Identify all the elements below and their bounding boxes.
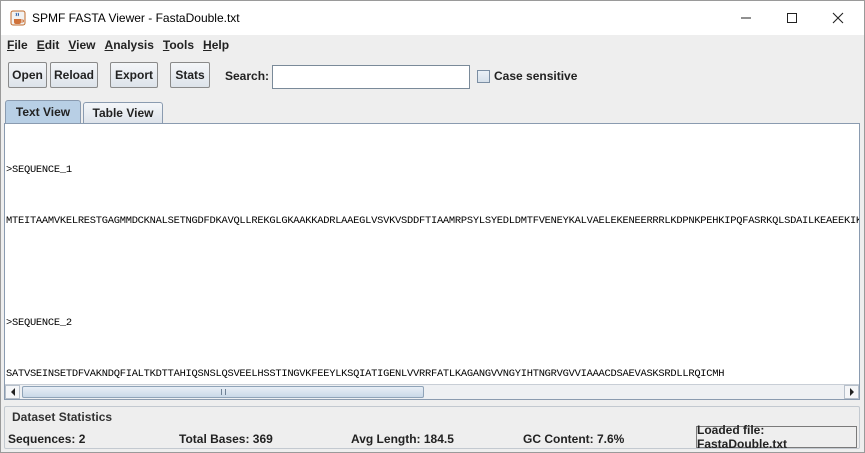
sequence-header: >SEQUENCE_2 — [6, 317, 72, 329]
grip-icon — [221, 389, 226, 395]
menu-analysis-label: nalysis — [113, 38, 154, 52]
loaded-file-label: Loaded file: FastaDouble.txt — [696, 423, 857, 451]
stat-avg-length: Avg Length: 184.5 — [351, 432, 454, 446]
text-view-panel[interactable]: >SEQUENCE_1 MTEITAAMVKELRESTGAGMMDCKNALS… — [4, 123, 860, 400]
reload-button[interactable]: Reload — [50, 62, 98, 88]
toolbar: Open Reload Export Stats Search: Case se… — [1, 58, 864, 95]
stat-gc-content: GC Content: 7.6% — [523, 432, 625, 446]
menu-view[interactable]: View — [64, 35, 99, 56]
minimize-icon — [740, 12, 752, 24]
menu-edit[interactable]: Edit — [33, 35, 64, 56]
scroll-left-button[interactable] — [5, 385, 20, 399]
menu-tools-label: ools — [169, 38, 195, 52]
menu-bar: File Edit View Analysis Tools Help — [1, 35, 864, 56]
menu-analysis[interactable]: Analysis — [101, 35, 158, 56]
menu-view-mnemonic: V — [68, 38, 77, 52]
dataset-statistics-panel: Dataset Statistics Sequences: 2 Total Ba… — [4, 406, 860, 451]
view-tabs: Text View Table View — [1, 99, 864, 123]
stat-sequences: Sequences: 2 — [8, 432, 86, 446]
stats-button[interactable]: Stats — [170, 62, 210, 88]
scroll-right-button[interactable] — [844, 385, 859, 399]
stats-title: Dataset Statistics — [10, 410, 115, 424]
case-sensitive-checkbox[interactable] — [477, 70, 490, 83]
menu-edit-label: dit — [44, 38, 60, 52]
tab-text-view[interactable]: Text View — [5, 100, 81, 123]
tab-table-view[interactable]: Table View — [83, 102, 163, 123]
sequence-residues: MTEITAAMVKELRESTGAGMMDCKNALSETNGDFDKAVQL… — [6, 215, 859, 227]
maximize-button[interactable] — [769, 1, 815, 35]
sequence-text-area[interactable]: >SEQUENCE_1 MTEITAAMVKELRESTGAGMMDCKNALS… — [6, 128, 859, 383]
export-button[interactable]: Export — [110, 62, 158, 88]
menu-file[interactable]: File — [3, 35, 32, 56]
arrow-left-icon — [10, 385, 16, 399]
menu-help-label: elp — [211, 38, 230, 52]
scrollbar-thumb[interactable] — [22, 386, 424, 398]
menu-edit-mnemonic: E — [36, 38, 45, 52]
horizontal-scrollbar[interactable] — [5, 384, 859, 399]
open-button[interactable]: Open — [8, 62, 47, 88]
sequence-residues: SATVSEINSETDFVAKNDQFIALTKDTTAHIQSNSLQSVE… — [6, 368, 725, 380]
stat-total-bases: Total Bases: 369 — [179, 432, 273, 446]
menu-analysis-mnemonic: A — [104, 38, 114, 52]
sequence-header: >SEQUENCE_1 — [6, 164, 72, 176]
close-button[interactable] — [815, 1, 861, 35]
arrow-right-icon — [849, 385, 855, 399]
minimize-button[interactable] — [723, 1, 769, 35]
window-title: SPMF FASTA Viewer - FastaDouble.txt — [32, 11, 240, 25]
app-window: SPMF FASTA Viewer - FastaDouble.txt File… — [0, 0, 865, 453]
menu-tools[interactable]: Tools — [159, 35, 198, 56]
java-coffee-icon — [10, 10, 26, 26]
search-input[interactable] — [272, 65, 470, 89]
menu-help-mnemonic: H — [203, 38, 212, 52]
close-icon — [832, 12, 844, 24]
menu-view-label: iew — [76, 38, 96, 52]
case-sensitive-label[interactable]: Case sensitive — [494, 69, 577, 83]
search-label: Search: — [225, 69, 270, 83]
maximize-icon — [786, 12, 798, 24]
menu-file-label: ile — [14, 38, 28, 52]
title-bar: SPMF FASTA Viewer - FastaDouble.txt — [1, 1, 864, 35]
menu-help[interactable]: Help — [199, 35, 233, 56]
